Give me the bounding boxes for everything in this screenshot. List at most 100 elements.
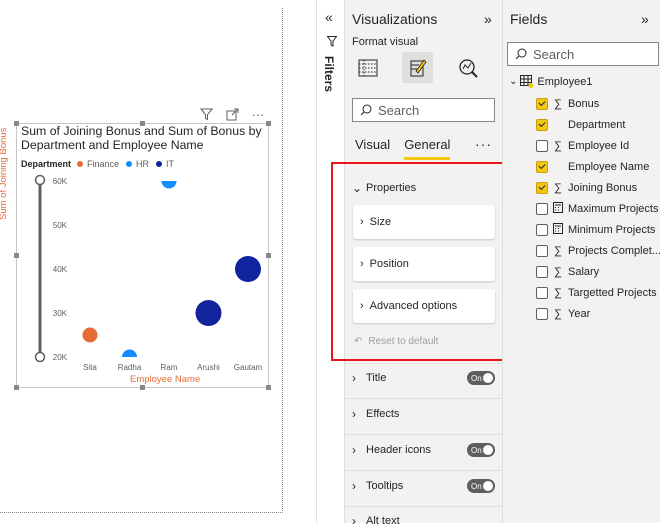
table-icon xyxy=(520,75,534,88)
divider xyxy=(345,398,503,399)
calculator-icon xyxy=(552,202,564,216)
properties-label: Properties xyxy=(366,182,417,194)
viz-search-input[interactable]: Search xyxy=(352,98,495,122)
chevron-down-icon: ⌄ xyxy=(509,76,518,87)
field-label: Employee Name xyxy=(568,161,650,173)
field-item[interactable]: ∑ Salary xyxy=(536,264,599,280)
position-card[interactable]: › Position xyxy=(353,247,495,281)
expand-filters-icon[interactable]: « xyxy=(325,9,333,25)
y-tick-label: 30K xyxy=(53,309,68,318)
viz-search-placeholder: Search xyxy=(378,102,420,118)
x-tick-label: Gautam xyxy=(234,363,263,372)
x-axis-title: Employee Name xyxy=(130,374,201,385)
reset-icon: ↶ xyxy=(354,336,363,347)
fields-search-input[interactable]: Search xyxy=(507,42,659,66)
collapse-fields-icon[interactable]: » xyxy=(641,11,649,27)
format-tabs: Visual General xyxy=(355,137,451,160)
tooltips-toggle[interactable]: On xyxy=(467,479,495,493)
sigma-icon: ∑ xyxy=(554,266,562,278)
search-icon xyxy=(515,48,527,60)
alt-text-section[interactable]: › Alt text xyxy=(352,514,502,528)
advanced-options-card[interactable]: › Advanced options xyxy=(353,289,495,323)
analytics-icon[interactable] xyxy=(452,52,483,83)
header-icons-toggle[interactable]: On xyxy=(467,443,495,457)
field-item[interactable]: Minimum Projects xyxy=(536,222,655,238)
more-options-icon[interactable]: ··· xyxy=(475,136,492,152)
field-item[interactable]: Employee Name xyxy=(536,159,649,175)
divider xyxy=(345,506,503,507)
y-tick-label: 40K xyxy=(53,265,68,274)
calculator-icon xyxy=(552,223,564,237)
field-item[interactable]: Department xyxy=(536,117,625,133)
advanced-options-label: Advanced options xyxy=(369,300,458,312)
effects-section[interactable]: › Effects xyxy=(352,407,502,421)
field-item[interactable]: ∑ Bonus xyxy=(536,96,599,112)
size-card[interactable]: › Size xyxy=(353,205,495,239)
field-checkbox[interactable] xyxy=(536,98,548,110)
divider xyxy=(345,470,503,471)
table-employee1[interactable]: ⌄ Employee1 xyxy=(509,75,592,88)
y-axis-zoom-slider[interactable] xyxy=(34,174,46,363)
build-visual-icon[interactable] xyxy=(352,52,383,83)
sigma-icon: ∑ xyxy=(554,182,562,194)
x-tick-label: Arushi xyxy=(197,363,220,372)
data-point-it[interactable] xyxy=(195,300,222,326)
sigma-icon: ∑ xyxy=(554,308,562,320)
field-checkbox[interactable] xyxy=(536,224,548,236)
format-visual-icon[interactable] xyxy=(402,52,433,83)
visualizations-pane: Visualizations » Format visual Search Vi… xyxy=(344,0,503,528)
data-point-hr[interactable] xyxy=(161,174,177,189)
search-icon xyxy=(360,104,372,116)
filters-pane: « Filters xyxy=(316,0,344,523)
data-point-it[interactable] xyxy=(235,256,261,282)
chevron-right-icon: › xyxy=(352,407,356,421)
chevron-right-icon: › xyxy=(352,443,356,457)
sigma-icon: ∑ xyxy=(554,98,562,110)
fields-pane: Fields » Search ⌄ Employee1 ∑ Bonus Depart… xyxy=(502,0,660,523)
properties-section[interactable]: ⌄ Properties xyxy=(352,181,502,195)
field-checkbox[interactable] xyxy=(536,161,548,173)
tab-visual[interactable]: Visual xyxy=(355,137,390,160)
field-checkbox[interactable] xyxy=(536,266,548,278)
y-tick-label: 50K xyxy=(53,221,68,230)
title-toggle[interactable]: On xyxy=(467,371,495,385)
header-icons-section-label: Header icons xyxy=(366,444,431,456)
chevron-right-icon: › xyxy=(360,258,364,270)
field-label: Joining Bonus xyxy=(568,182,638,194)
field-checkbox[interactable] xyxy=(536,287,548,299)
filters-label[interactable]: Filters xyxy=(322,56,336,92)
field-item[interactable]: ∑ Projects Complet... xyxy=(536,243,660,259)
format-visual-label: Format visual xyxy=(352,36,419,48)
reset-to-default-button[interactable]: ↶ Reset to default xyxy=(354,336,438,347)
divider xyxy=(345,363,503,364)
field-item[interactable]: ∑ Joining Bonus xyxy=(536,180,637,196)
field-checkbox[interactable] xyxy=(536,308,548,320)
field-label: Targetted Projects xyxy=(568,287,657,299)
data-point-finance[interactable] xyxy=(82,327,98,343)
field-checkbox[interactable] xyxy=(536,140,548,152)
sigma-icon: ∑ xyxy=(554,287,562,299)
field-item[interactable]: Maximum Projects xyxy=(536,201,658,217)
field-label: Projects Complet... xyxy=(568,245,660,257)
field-label: Employee Id xyxy=(568,140,630,152)
field-checkbox[interactable] xyxy=(536,119,548,131)
field-item[interactable]: ∑ Targetted Projects xyxy=(536,285,657,301)
field-checkbox[interactable] xyxy=(536,203,548,215)
field-label: Maximum Projects xyxy=(568,203,659,215)
chevron-right-icon: › xyxy=(352,479,356,493)
y-tick-label: 60K xyxy=(53,177,68,186)
sigma-icon: ∑ xyxy=(554,140,562,152)
fields-title: Fields xyxy=(510,11,548,27)
x-tick-label: Sita xyxy=(83,363,97,372)
collapse-visualizations-icon[interactable]: » xyxy=(484,11,492,27)
field-checkbox[interactable] xyxy=(536,245,548,257)
field-label: Salary xyxy=(568,266,600,278)
sigma-icon: ∑ xyxy=(554,245,562,257)
field-item[interactable]: ∑ Employee Id xyxy=(536,138,629,154)
field-item[interactable]: ∑ Year xyxy=(536,306,590,322)
field-checkbox[interactable] xyxy=(536,182,548,194)
field-label: Bonus xyxy=(568,98,600,110)
tab-general[interactable]: General xyxy=(404,137,451,160)
y-axis-title: Sum of Joining Bonus xyxy=(0,127,9,220)
fields-search-placeholder: Search xyxy=(533,46,575,62)
